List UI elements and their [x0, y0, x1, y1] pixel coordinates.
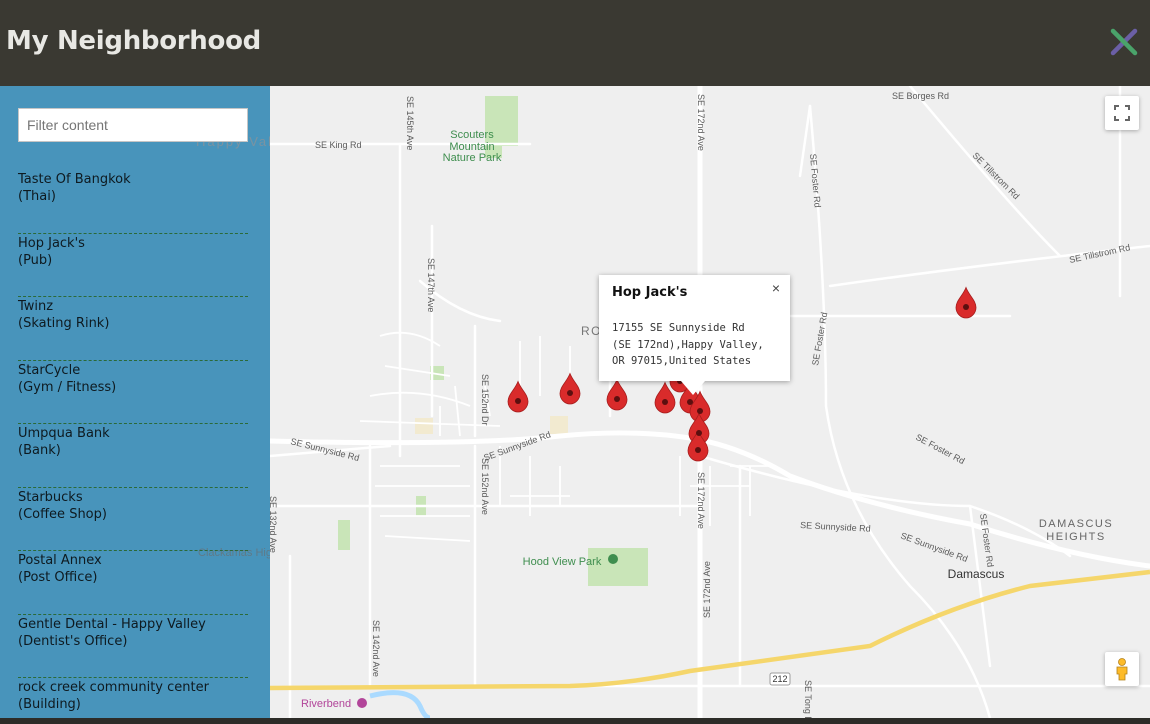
minor-street [808, 104, 992, 718]
place-name: StarCycle [18, 362, 81, 378]
minor-street [798, 104, 812, 178]
filter-input[interactable] [18, 108, 248, 142]
map-marker-icon [559, 372, 581, 405]
address-line: 17155 SE Sunnyside Rd [612, 322, 745, 334]
park-label: Hood View Park [523, 556, 602, 568]
list-item[interactable]: Gentle Dental - Happy Valley (Dentist's … [18, 615, 248, 678]
list-item[interactable]: Taste Of Bangkok (Thai) [18, 170, 248, 234]
address-line: OR 97015,United States [612, 355, 752, 367]
road-label: SE Tong Rd [803, 680, 813, 718]
list-item[interactable]: Starbucks (Coffee Shop) [18, 488, 248, 551]
place-category: (Skating Rink) [18, 316, 110, 331]
address-line: (SE 172nd),Happy Valley, [612, 338, 764, 351]
place-name: Umpqua Bank [18, 426, 110, 441]
place-category: (Bank) [18, 443, 61, 458]
road-label: SE 152nd Ave [480, 458, 490, 515]
river [369, 690, 431, 718]
list-item[interactable]: Umpqua Bank (Bank) [18, 424, 248, 488]
park-label: Scouters [450, 129, 494, 141]
list-item[interactable]: Twinz (Skating Rink) [18, 297, 248, 361]
place-name: Taste Of Bangkok [18, 172, 131, 187]
info-window-address: 17155 SE Sunnyside Rd (SE 172nd),Happy V… [612, 320, 764, 370]
place-name: Hop Jack's [18, 235, 85, 251]
fullscreen-icon [1114, 105, 1130, 121]
fullscreen-button[interactable] [1105, 96, 1139, 130]
marker-dot [963, 304, 969, 310]
sidebar: Happy Valley Clackamas High School Taste… [0, 86, 270, 718]
street-view-button[interactable] [1105, 652, 1139, 686]
town-label: Damascus [948, 567, 1005, 581]
marker-dot [662, 399, 668, 405]
marker-dot [687, 399, 693, 405]
marker-dot [697, 408, 703, 414]
place-name: Starbucks [18, 489, 83, 505]
road-label: SE Tillstrom Rd [971, 150, 1022, 201]
road-label: SE 172nd Ave [696, 94, 706, 151]
road-label: SE 147th Ave [426, 258, 436, 312]
place-category: (Building) [18, 697, 81, 712]
place-category: (Dentist's Office) [18, 633, 128, 649]
road-label: SE 172nd Ave [696, 472, 706, 529]
road-label: SE Sunnyside Rd [800, 520, 871, 534]
road-label: SE Sunnyside Rd [482, 429, 552, 463]
road-label: SE Borges Rd [892, 91, 949, 101]
road-label: SE 172nd Ave [702, 561, 712, 618]
road-label: SE 132nd Ave [270, 496, 278, 553]
road-label: SE Foster Rd [808, 153, 823, 208]
info-window-title: Hop Jack's [612, 285, 688, 300]
road-label: SE King Rd [315, 140, 362, 150]
page-title: My Neighborhood [6, 26, 261, 56]
area-label: DAMASCUS [1039, 518, 1113, 530]
place-category: (Gym / Fitness) [18, 379, 117, 395]
app-header: My Neighborhood [0, 0, 1150, 86]
list-item[interactable]: Hop Jack's (Pub) [18, 234, 248, 297]
info-window-close-button[interactable]: × [772, 280, 780, 296]
list-item[interactable]: StarCycle (Gym / Fitness) [18, 361, 248, 424]
highway-shield-label: 212 [772, 674, 787, 684]
road-label: SE Tillstrom Rd [1068, 242, 1131, 265]
marker-dot [515, 398, 521, 404]
map[interactable]: SE King Rd SE Borges Rd SE Sunnyside Rd … [270, 86, 1150, 718]
bottom-bar [0, 718, 1150, 724]
map-marker-icon [507, 380, 529, 413]
marker-dot [695, 447, 701, 453]
green-patch [338, 520, 350, 550]
marker-dot [696, 430, 702, 436]
road-label: SE Foster Rd [914, 432, 966, 466]
info-window: × Hop Jack's 17155 SE Sunnyside Rd (SE 1… [599, 275, 790, 395]
place-name: Postal Annex [18, 553, 102, 568]
place-name: rock creek community center [18, 680, 209, 695]
park-label: Nature Park [443, 152, 502, 164]
list-item[interactable]: rock creek community center (Building) [18, 678, 248, 718]
commercial-area [550, 416, 568, 434]
map-marker-icon [955, 286, 977, 319]
road-label: SE Foster Rd [978, 513, 995, 568]
road-label: SE 142nd Ave [371, 620, 381, 677]
marker-dot [567, 390, 573, 396]
place-list: Taste Of Bangkok (Thai) Hop Jack's (Pub)… [18, 170, 248, 718]
place-name: Gentle Dental - Happy Valley [18, 616, 206, 632]
road-label: SE Sunnyside Rd [899, 530, 969, 564]
place-category: (Thai) [18, 189, 56, 204]
place-name: Twinz [18, 299, 54, 314]
place-category: (Pub) [18, 252, 53, 268]
marker-dot [614, 396, 620, 402]
place-category: (Post Office) [18, 570, 98, 585]
place-pin-icon [357, 698, 367, 708]
commercial-area [415, 418, 433, 434]
road-label: SE 145th Ave [405, 96, 415, 150]
park-pin-icon [608, 554, 618, 564]
road-label: SE 152nd Dr [480, 374, 490, 426]
area-label: HEIGHTS [1046, 531, 1105, 543]
place-category: (Coffee Shop) [18, 506, 107, 522]
map-canvas: SE King Rd SE Borges Rd SE Sunnyside Rd … [270, 86, 1150, 718]
place-label: Riverbend [301, 698, 351, 710]
list-item[interactable]: Postal Annex (Post Office) [18, 551, 248, 615]
close-x-icon[interactable] [1108, 26, 1140, 58]
pegman-icon [1116, 658, 1128, 681]
